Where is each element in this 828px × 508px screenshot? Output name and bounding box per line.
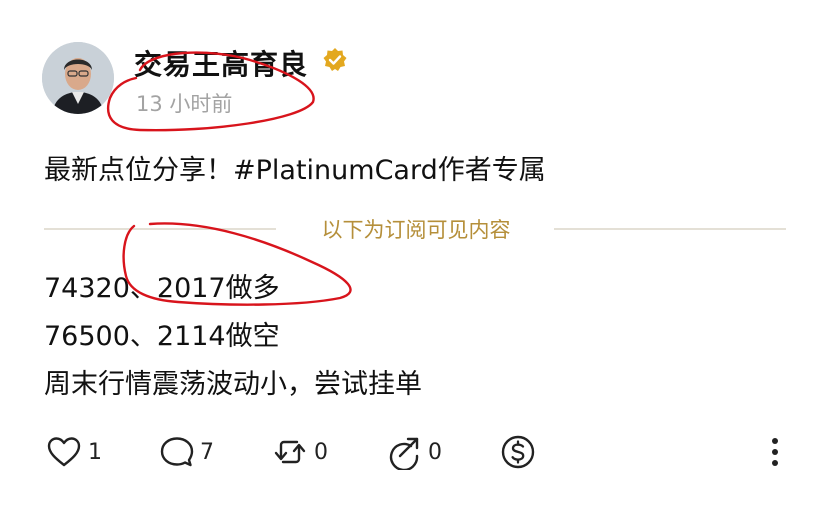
share-icon [386,434,422,470]
comment-button[interactable]: 7 [158,434,214,470]
like-count: 1 [88,439,102,465]
post-text: 最新点位分享！#PlatinumCard作者专属 [44,155,546,186]
share-count: 0 [428,439,442,465]
tip-button[interactable] [500,434,536,470]
author-name[interactable]: 交易王高育良 [134,43,308,83]
comment-count: 7 [200,439,214,465]
verified-badge-icon [322,47,348,73]
post-timestamp: 13 小时前 [136,92,233,116]
content-line: 周末行情震荡波动小，尝试挂单 [44,369,422,400]
heart-icon [46,434,82,470]
red-annotation-marks [107,51,352,306]
more-options-button[interactable] [760,434,790,470]
repost-button[interactable]: 0 [272,434,328,470]
divider-right [554,228,786,230]
repost-icon [272,434,308,470]
content-line: 74320、2017做多 [44,273,280,304]
author-avatar[interactable] [42,42,114,114]
share-button[interactable]: 0 [386,434,442,470]
content-line: 76500、2114做空 [44,321,280,352]
divider-left [44,228,276,230]
subscriber-only-label: 以下为订阅可见内容 [321,218,511,242]
more-icon [770,434,780,470]
repost-count: 0 [314,439,328,465]
like-button[interactable]: 1 [46,434,102,470]
tip-icon [500,434,536,470]
comment-icon [158,434,194,470]
